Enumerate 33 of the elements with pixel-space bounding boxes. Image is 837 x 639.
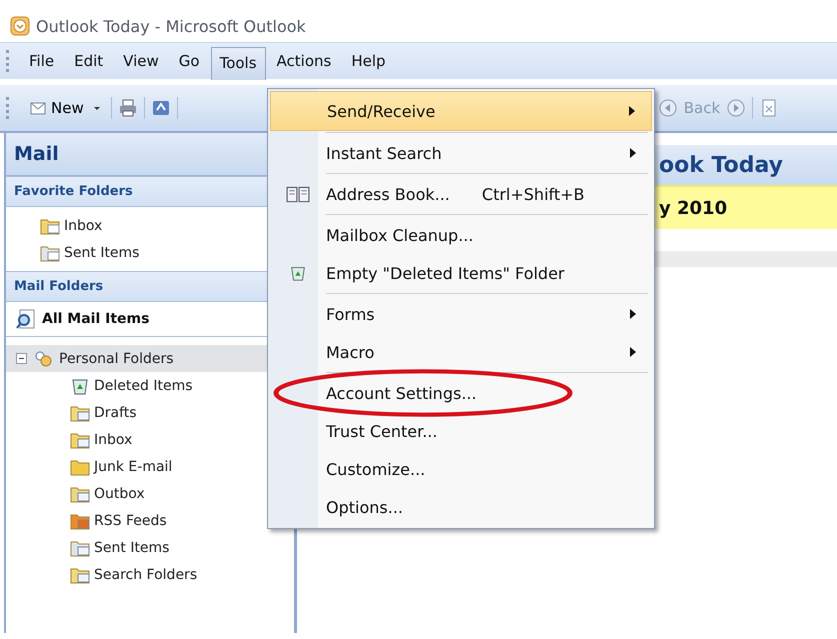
menu-item[interactable]: Trust Center... — [270, 412, 652, 450]
menu-item[interactable]: Go — [170, 45, 209, 77]
back-circle-icon[interactable] — [658, 98, 678, 118]
folder-item[interactable]: Sent Items — [64, 244, 140, 260]
menu-item[interactable]: Account Settings... — [270, 374, 652, 412]
caret-icon — [92, 104, 101, 112]
printer-icon[interactable] — [118, 98, 138, 118]
outlook-logo-icon — [10, 16, 30, 36]
menu-item[interactable]: Tools — [210, 46, 266, 80]
folder-item[interactable]: Sent Items — [94, 540, 170, 556]
menu-item[interactable]: Customize... — [270, 450, 652, 488]
menu-item[interactable]: File — [20, 45, 64, 77]
new-button[interactable]: New — [24, 96, 105, 120]
book-icon — [286, 185, 310, 203]
all-mail-link[interactable]: All Mail Items — [42, 311, 150, 327]
folder-item[interactable]: Drafts — [94, 404, 137, 420]
menu-item[interactable]: Edit — [65, 45, 112, 77]
forward-circle-icon[interactable] — [726, 98, 746, 118]
folder-item[interactable]: Search Folders — [94, 566, 198, 582]
window-title: Outlook Today - Microsoft Outlook — [36, 17, 306, 36]
menu-item[interactable]: Help — [342, 45, 395, 77]
folder-item[interactable]: RSS Feeds — [94, 512, 167, 528]
folder-item[interactable]: Deleted Items — [94, 378, 192, 394]
folder-item[interactable]: Inbox — [94, 432, 132, 448]
menu-item[interactable]: Actions — [268, 45, 340, 77]
folder-item[interactable]: Outbox — [94, 486, 145, 502]
menu-item[interactable]: View — [114, 45, 168, 77]
menu-item[interactable]: Send/Receive — [270, 91, 652, 131]
collapse-icon[interactable] — [16, 353, 27, 364]
menu-item[interactable]: Options... — [270, 488, 652, 526]
folder-item[interactable]: Junk E-mail — [94, 458, 172, 474]
search-page-icon[interactable] — [16, 309, 36, 329]
folder-item[interactable]: Inbox — [64, 218, 102, 234]
